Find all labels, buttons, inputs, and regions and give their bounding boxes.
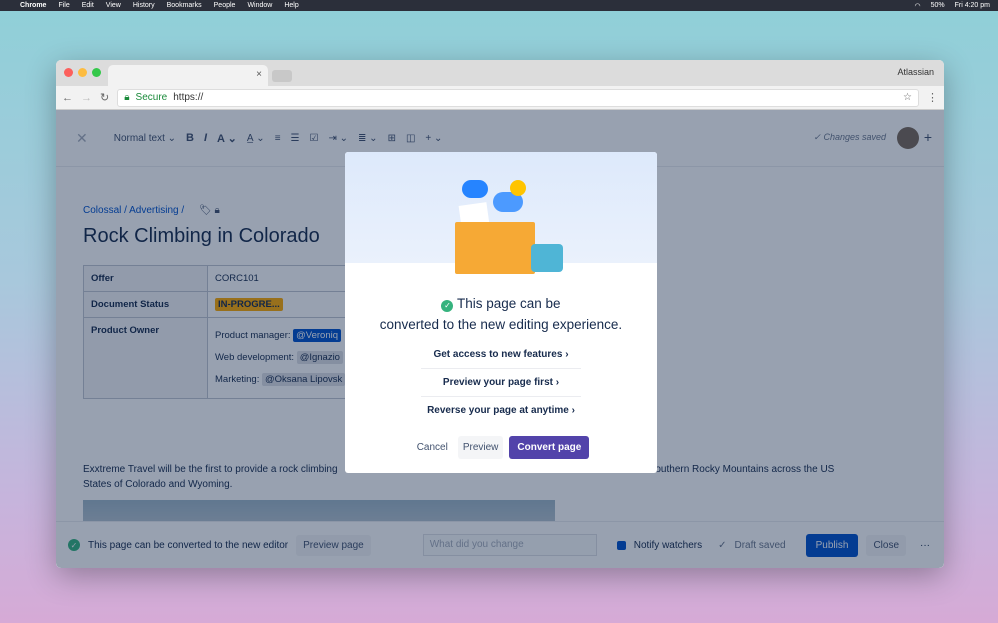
mac-menubar: Chrome File Edit View History Bookmarks … bbox=[0, 0, 998, 11]
menu-file[interactable]: File bbox=[58, 2, 69, 9]
menu-edit[interactable]: Edit bbox=[82, 2, 94, 9]
link-reverse[interactable]: Reverse your page at anytime › bbox=[421, 397, 581, 424]
chat-bubble-shape bbox=[462, 180, 488, 198]
link-new-features[interactable]: Get access to new features › bbox=[421, 341, 581, 369]
truck-shape bbox=[531, 244, 563, 272]
moving-box-illustration bbox=[345, 152, 657, 274]
link-label: Get access to new features bbox=[433, 349, 563, 360]
menu-history[interactable]: History bbox=[133, 2, 155, 9]
smiley-shape bbox=[510, 180, 526, 196]
menu-help[interactable]: Help bbox=[284, 2, 298, 9]
cancel-button[interactable]: Cancel bbox=[413, 436, 452, 459]
box-shape bbox=[455, 222, 535, 274]
profile-name[interactable]: Atlassian bbox=[897, 67, 934, 77]
browser-menu-icon[interactable]: ⋮ bbox=[927, 91, 938, 104]
menu-bookmarks[interactable]: Bookmarks bbox=[167, 2, 202, 9]
clock[interactable]: Fri 4:20 pm bbox=[955, 2, 990, 10]
link-label: Reverse your page at anytime bbox=[427, 405, 569, 416]
dialog-actions: Cancel Preview Convert page bbox=[345, 436, 657, 459]
link-preview-first[interactable]: Preview your page first › bbox=[421, 369, 581, 397]
address-bar-row: ← → ↻ 🔒︎ Secure https:// ☆ ⋮ bbox=[56, 86, 944, 110]
wifi-icon[interactable]: ◠ bbox=[914, 2, 920, 10]
url-text: https:// bbox=[173, 92, 204, 103]
heading-line2: converted to the new editing experience. bbox=[379, 317, 623, 332]
battery[interactable]: 50% bbox=[931, 2, 945, 10]
convert-dialog: ✓ This page can be converted to the new … bbox=[345, 152, 657, 473]
url-field[interactable]: 🔒︎ Secure https:// ☆ bbox=[117, 88, 919, 107]
menu-people[interactable]: People bbox=[214, 2, 236, 9]
back-icon[interactable]: ← bbox=[62, 92, 73, 104]
heading-line1: This page can be bbox=[456, 296, 561, 311]
lock-icon: 🔒︎ bbox=[124, 92, 130, 103]
forward-icon[interactable]: → bbox=[81, 92, 92, 104]
preview-button[interactable]: Preview bbox=[457, 436, 504, 459]
maximize-window-button[interactable] bbox=[92, 68, 101, 77]
menu-window[interactable]: Window bbox=[247, 2, 272, 9]
secure-label: Secure bbox=[135, 92, 168, 103]
feature-links: Get access to new features › Preview you… bbox=[421, 341, 581, 424]
menu-view[interactable]: View bbox=[106, 2, 121, 9]
check-circle-icon: ✓ bbox=[441, 299, 454, 312]
dialog-heading: ✓ This page can be converted to the new … bbox=[345, 293, 657, 335]
browser-tab[interactable]: × bbox=[108, 65, 268, 86]
minimize-window-button[interactable] bbox=[78, 68, 87, 77]
editor-app: ✕ Normal text ⌄ B I A ⌄ A̲ ⌄ ≡ ☰ ☑ ⇥ ⌄ ≣… bbox=[56, 110, 944, 568]
tab-bar: × Atlassian bbox=[56, 60, 944, 86]
convert-page-button[interactable]: Convert page bbox=[509, 436, 590, 459]
close-window-button[interactable] bbox=[64, 68, 73, 77]
browser-window: × Atlassian ← → ↻ 🔒︎ Secure https:// ☆ ⋮… bbox=[56, 60, 944, 568]
new-tab-button[interactable] bbox=[272, 70, 292, 82]
reload-icon[interactable]: ↻ bbox=[100, 91, 109, 104]
bookmark-star-icon[interactable]: ☆ bbox=[903, 92, 912, 103]
link-label: Preview your page first bbox=[442, 377, 553, 388]
menu-app[interactable]: Chrome bbox=[20, 2, 46, 9]
close-tab-icon[interactable]: × bbox=[256, 69, 262, 80]
